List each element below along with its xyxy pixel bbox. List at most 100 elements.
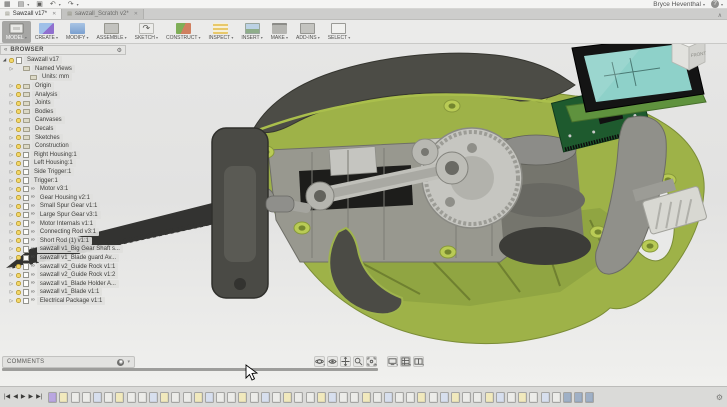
visibility-bulb-icon[interactable] (16, 152, 21, 158)
display-settings-button[interactable] (387, 356, 398, 367)
tree-row-25[interactable]: ▷ ∞ sawzall v2_Guide Rock v1:2 (0, 271, 126, 280)
timeline-sketch-icon[interactable] (59, 391, 69, 403)
expand-arrow-icon[interactable]: ▷ (9, 212, 14, 218)
timeline-joint-icon[interactable] (93, 391, 102, 403)
expand-arrow-icon[interactable]: ▷ (9, 83, 14, 89)
help-icon[interactable]: ? (710, 0, 719, 8)
ribbon-group-make[interactable]: MAKE (267, 21, 292, 43)
timeline-joint-icon[interactable] (495, 391, 505, 403)
ribbon-group-inspect[interactable]: INSPECT (205, 21, 238, 43)
timeline-feature-icon[interactable] (350, 391, 360, 403)
timeline-feature-icon[interactable] (70, 391, 80, 403)
expand-arrow-icon[interactable]: ▷ (9, 229, 14, 235)
tree-row-14[interactable]: ▷ Trigger:1 (0, 176, 126, 185)
tab-close-icon[interactable]: ✕ (134, 11, 138, 17)
visibility-bulb-icon[interactable] (16, 195, 21, 201)
visibility-bulb-icon[interactable] (16, 229, 21, 235)
ribbon-group-addins[interactable]: ADD-INS (292, 21, 324, 43)
ribbon-group-create[interactable]: CREATE (31, 21, 62, 43)
expand-arrow-icon[interactable]: ▷ (9, 264, 14, 270)
tree-row-23[interactable]: ▷ ∞ sawzall v1_Blade guard Av... (0, 253, 126, 263)
timeline-sketch-icon[interactable] (160, 391, 170, 403)
expand-arrow-icon[interactable]: ▷ (9, 100, 14, 106)
visibility-bulb-icon[interactable] (16, 281, 21, 287)
visibility-bulb-icon[interactable] (16, 238, 21, 244)
user-menu[interactable]: Bryce Heventhal (653, 1, 701, 8)
timeline-joint-icon[interactable] (204, 391, 214, 403)
timeline-feature-icon[interactable] (171, 391, 181, 403)
timeline-sketch-icon[interactable] (316, 391, 326, 403)
timeline-feature-icon[interactable] (227, 391, 237, 403)
tree-row-17[interactable]: ▷ ∞ Small Spur Gear v1:1 (0, 202, 126, 211)
play-button[interactable]: ▶ (21, 392, 26, 402)
timeline-feature-icon[interactable] (339, 391, 349, 403)
orbit-button[interactable] (314, 356, 325, 367)
tree-row-15[interactable]: ▷ ∞ Motor v3:1 (0, 185, 126, 194)
timeline-sketch-icon[interactable] (283, 391, 293, 403)
timeline-feature-icon[interactable] (126, 391, 136, 403)
visibility-bulb-icon[interactable] (16, 178, 21, 184)
ribbon-group-select[interactable]: SELECT (324, 21, 355, 43)
tree-row-12[interactable]: ▷ Left Housing:1 (0, 159, 126, 168)
expand-arrow-icon[interactable]: ▷ (9, 66, 14, 72)
visibility-bulb-icon[interactable] (16, 100, 21, 106)
tree-row-3[interactable]: ▷ Origin (0, 82, 126, 91)
timeline-joint-icon[interactable] (439, 391, 449, 403)
tree-row-16[interactable]: ▷ ∞ Gear Housing v2:1 (0, 193, 126, 203)
comments-indicator-icon[interactable]: ◉ (117, 358, 125, 366)
visibility-bulb-icon[interactable] (16, 126, 21, 132)
comments-bar[interactable]: COMMENTS ◉ ▾ (2, 356, 135, 368)
expand-arrow-icon[interactable]: ▷ (9, 117, 14, 123)
panel-collapse-icon[interactable]: ∧ (718, 12, 727, 19)
expand-arrow-icon[interactable]: ▷ (9, 238, 14, 244)
visibility-bulb-icon[interactable] (16, 117, 21, 123)
visibility-bulb-icon[interactable] (16, 92, 21, 98)
visibility-bulb-icon[interactable] (16, 212, 21, 218)
visibility-bulb-icon[interactable] (16, 186, 21, 192)
timeline-feature-icon[interactable] (182, 391, 192, 403)
zoom-button[interactable] (353, 356, 364, 367)
timeline-sketch-icon[interactable] (115, 391, 125, 403)
expand-arrow-icon[interactable]: ▷ (9, 160, 14, 166)
timeline-feature-icon[interactable] (372, 391, 382, 403)
timeline-feature-icon[interactable] (428, 391, 438, 403)
tree-row-2[interactable]: Units: mm (0, 73, 126, 82)
tree-row-20[interactable]: ▷ ∞ Connecting Rod v3:1 (0, 228, 126, 237)
timeline-sketch-icon[interactable] (451, 391, 460, 403)
expand-arrow-icon[interactable]: ▷ (9, 221, 14, 227)
undo-icon[interactable]: ↶ (50, 1, 56, 8)
browser-gear-icon[interactable]: ⚙ (117, 47, 122, 54)
tree-row-21[interactable]: ▷ ∞ Short Rod (1) v1:1 (0, 236, 126, 245)
visibility-bulb-icon[interactable] (16, 255, 21, 261)
timeline-joint-icon[interactable] (383, 391, 393, 403)
timeline-feature-icon[interactable] (104, 391, 114, 403)
timeline-sketch-icon[interactable] (484, 391, 494, 403)
visibility-bulb-icon[interactable] (16, 221, 21, 227)
expand-arrow-icon[interactable]: ▷ (9, 203, 14, 209)
timeline-feature-icon[interactable] (249, 391, 259, 403)
timeline-sketch-icon[interactable] (193, 391, 203, 403)
viewports-button[interactable] (413, 356, 424, 367)
expand-arrow-icon[interactable]: ▷ (9, 281, 14, 287)
tree-row-8[interactable]: ▷ Decals (0, 125, 126, 134)
tree-row-1[interactable]: ▷ Named Views (0, 64, 126, 74)
expand-arrow-icon[interactable]: ▷ (9, 178, 14, 184)
timeline-feature-icon[interactable] (272, 391, 281, 403)
tree-row-7[interactable]: ▷ Canvases (0, 116, 126, 125)
visibility-bulb-icon[interactable] (16, 83, 21, 89)
viewport-canvas[interactable]: FRONT « BROWSER ⚙ ◢ Sawzall v17 ▷ Named Vie… (0, 44, 727, 386)
expand-arrow-icon[interactable]: ▷ (9, 298, 14, 304)
timeline-feature-icon[interactable] (81, 391, 91, 403)
timeline-analysis-icon[interactable] (585, 391, 595, 403)
expand-arrow-icon[interactable]: ▷ (9, 186, 14, 192)
document-tab-1[interactable]: ▤ sawzall_Scratch v2* ✕ (62, 9, 144, 19)
tree-row-22[interactable]: ▷ ∞ sawzall v1_Big Gear Shaft s... (0, 245, 126, 254)
expand-arrow-icon[interactable]: ▷ (9, 143, 14, 149)
timeline-joint-icon[interactable] (327, 391, 337, 403)
ribbon-group-assemble[interactable]: ASSEMBLE (93, 21, 131, 43)
timeline-settings-icon[interactable]: ⚙ (716, 393, 723, 402)
app-grid-icon[interactable]: ▦ (4, 1, 11, 8)
timeline-joint-icon[interactable] (260, 391, 270, 403)
expand-arrow-icon[interactable]: ▷ (9, 289, 14, 295)
visibility-bulb-icon[interactable] (16, 203, 21, 209)
